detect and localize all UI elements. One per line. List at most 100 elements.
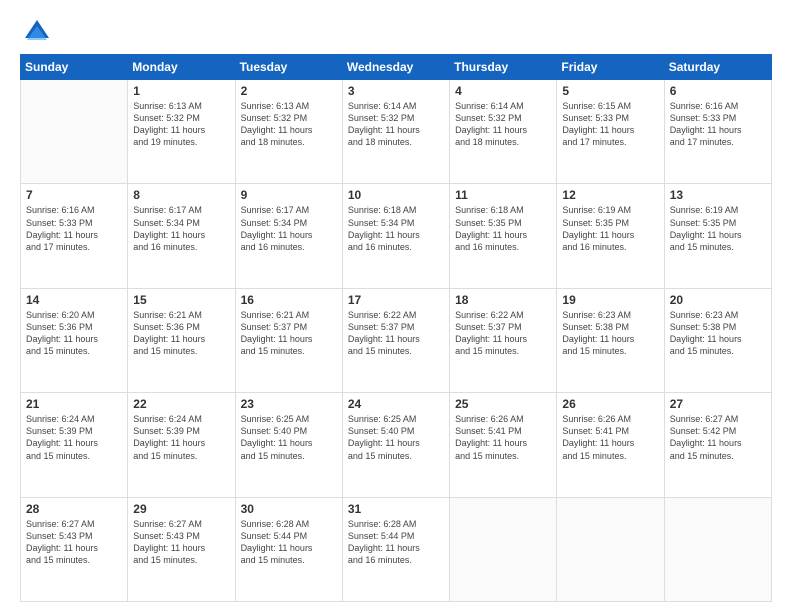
calendar-cell: 24 Sunrise: 6:25 AMSunset: 5:40 PMDayligh… [342, 393, 449, 497]
calendar-cell [557, 497, 664, 601]
calendar-cell: 29 Sunrise: 6:27 AMSunset: 5:43 PMDayligh… [128, 497, 235, 601]
calendar-cell: 17 Sunrise: 6:22 AMSunset: 5:37 PMDayligh… [342, 288, 449, 392]
calendar-cell: 3 Sunrise: 6:14 AMSunset: 5:32 PMDaylight… [342, 80, 449, 184]
day-info: Sunrise: 6:13 AMSunset: 5:32 PMDaylight:… [133, 100, 229, 149]
day-number: 3 [348, 84, 444, 98]
day-number: 27 [670, 397, 766, 411]
calendar-cell: 31 Sunrise: 6:28 AMSunset: 5:44 PMDayligh… [342, 497, 449, 601]
day-number: 26 [562, 397, 658, 411]
day-info: Sunrise: 6:21 AMSunset: 5:37 PMDaylight:… [241, 309, 337, 358]
day-number: 2 [241, 84, 337, 98]
day-info: Sunrise: 6:19 AMSunset: 5:35 PMDaylight:… [562, 204, 658, 253]
day-info: Sunrise: 6:15 AMSunset: 5:33 PMDaylight:… [562, 100, 658, 149]
calendar-cell: 13 Sunrise: 6:19 AMSunset: 5:35 PMDayligh… [664, 184, 771, 288]
calendar-cell: 9Sunrise: 6:17 AMSunset: 5:34 PMDaylight… [235, 184, 342, 288]
calendar-cell: 7Sunrise: 6:16 AMSunset: 5:33 PMDaylight… [21, 184, 128, 288]
day-info: Sunrise: 6:22 AMSunset: 5:37 PMDaylight:… [455, 309, 551, 358]
calendar-cell: 15 Sunrise: 6:21 AMSunset: 5:36 PMDayligh… [128, 288, 235, 392]
day-info: Sunrise: 6:25 AMSunset: 5:40 PMDaylight:… [241, 413, 337, 462]
day-info: Sunrise: 6:28 AMSunset: 5:44 PMDaylight:… [348, 518, 444, 567]
day-number: 22 [133, 397, 229, 411]
day-number: 23 [241, 397, 337, 411]
day-number: 29 [133, 502, 229, 516]
day-number: 7 [26, 188, 122, 202]
calendar-cell: 28 Sunrise: 6:27 AMSunset: 5:43 PMDayligh… [21, 497, 128, 601]
day-info: Sunrise: 6:18 AMSunset: 5:35 PMDaylight:… [455, 204, 551, 253]
day-number: 31 [348, 502, 444, 516]
day-number: 9 [241, 188, 337, 202]
calendar-cell [21, 80, 128, 184]
page: SundayMondayTuesdayWednesdayThursdayFrid… [0, 0, 792, 612]
calendar-cell [450, 497, 557, 601]
day-info: Sunrise: 6:20 AMSunset: 5:36 PMDaylight:… [26, 309, 122, 358]
week-row-3: 14Sunrise: 6:20 AMSunset: 5:36 PMDayligh… [21, 288, 772, 392]
weekday-header-friday: Friday [557, 55, 664, 80]
calendar-cell: 8 Sunrise: 6:17 AMSunset: 5:34 PMDaylight… [128, 184, 235, 288]
day-info: Sunrise: 6:16 AMSunset: 5:33 PMDaylight:… [670, 100, 766, 149]
header [20, 18, 772, 44]
calendar-cell: 1Sunrise: 6:13 AMSunset: 5:32 PMDaylight… [128, 80, 235, 184]
calendar-cell: 23 Sunrise: 6:25 AMSunset: 5:40 PMDayligh… [235, 393, 342, 497]
calendar-cell: 25 Sunrise: 6:26 AMSunset: 5:41 PMDayligh… [450, 393, 557, 497]
weekday-header-sunday: Sunday [21, 55, 128, 80]
weekday-header-saturday: Saturday [664, 55, 771, 80]
weekday-header-tuesday: Tuesday [235, 55, 342, 80]
day-number: 15 [133, 293, 229, 307]
calendar-cell: 2 Sunrise: 6:13 AMSunset: 5:32 PMDaylight… [235, 80, 342, 184]
calendar-cell: 6Sunrise: 6:16 AMSunset: 5:33 PMDaylight… [664, 80, 771, 184]
day-number: 24 [348, 397, 444, 411]
calendar-cell [664, 497, 771, 601]
day-number: 10 [348, 188, 444, 202]
calendar-cell: 12 Sunrise: 6:19 AMSunset: 5:35 PMDayligh… [557, 184, 664, 288]
day-info: Sunrise: 6:21 AMSunset: 5:36 PMDaylight:… [133, 309, 229, 358]
calendar-cell: 18 Sunrise: 6:22 AMSunset: 5:37 PMDayligh… [450, 288, 557, 392]
weekday-header-wednesday: Wednesday [342, 55, 449, 80]
day-info: Sunrise: 6:24 AMSunset: 5:39 PMDaylight:… [133, 413, 229, 462]
day-info: Sunrise: 6:27 AMSunset: 5:43 PMDaylight:… [26, 518, 122, 567]
week-row-5: 28 Sunrise: 6:27 AMSunset: 5:43 PMDayligh… [21, 497, 772, 601]
week-row-2: 7Sunrise: 6:16 AMSunset: 5:33 PMDaylight… [21, 184, 772, 288]
day-number: 12 [562, 188, 658, 202]
day-info: Sunrise: 6:23 AMSunset: 5:38 PMDaylight:… [562, 309, 658, 358]
calendar-cell: 10 Sunrise: 6:18 AMSunset: 5:34 PMDayligh… [342, 184, 449, 288]
calendar-cell: 4 Sunrise: 6:14 AMSunset: 5:32 PMDaylight… [450, 80, 557, 184]
day-number: 30 [241, 502, 337, 516]
calendar-cell: 19 Sunrise: 6:23 AMSunset: 5:38 PMDayligh… [557, 288, 664, 392]
day-number: 13 [670, 188, 766, 202]
week-row-4: 21 Sunrise: 6:24 AMSunset: 5:39 PMDayligh… [21, 393, 772, 497]
calendar-cell: 30Sunrise: 6:28 AMSunset: 5:44 PMDayligh… [235, 497, 342, 601]
day-info: Sunrise: 6:18 AMSunset: 5:34 PMDaylight:… [348, 204, 444, 253]
day-info: Sunrise: 6:17 AMSunset: 5:34 PMDaylight:… [133, 204, 229, 253]
calendar-cell: 11 Sunrise: 6:18 AMSunset: 5:35 PMDayligh… [450, 184, 557, 288]
day-info: Sunrise: 6:27 AMSunset: 5:43 PMDaylight:… [133, 518, 229, 567]
calendar-cell: 16Sunrise: 6:21 AMSunset: 5:37 PMDayligh… [235, 288, 342, 392]
day-number: 20 [670, 293, 766, 307]
day-number: 19 [562, 293, 658, 307]
calendar-cell: 27 Sunrise: 6:27 AMSunset: 5:42 PMDayligh… [664, 393, 771, 497]
day-info: Sunrise: 6:22 AMSunset: 5:37 PMDaylight:… [348, 309, 444, 358]
day-info: Sunrise: 6:14 AMSunset: 5:32 PMDaylight:… [455, 100, 551, 149]
day-info: Sunrise: 6:14 AMSunset: 5:32 PMDaylight:… [348, 100, 444, 149]
calendar-cell: 5Sunrise: 6:15 AMSunset: 5:33 PMDaylight… [557, 80, 664, 184]
day-info: Sunrise: 6:19 AMSunset: 5:35 PMDaylight:… [670, 204, 766, 253]
day-number: 25 [455, 397, 551, 411]
day-info: Sunrise: 6:23 AMSunset: 5:38 PMDaylight:… [670, 309, 766, 358]
day-number: 4 [455, 84, 551, 98]
calendar-cell: 22 Sunrise: 6:24 AMSunset: 5:39 PMDayligh… [128, 393, 235, 497]
weekday-header-monday: Monday [128, 55, 235, 80]
day-number: 8 [133, 188, 229, 202]
calendar-cell: 21Sunrise: 6:24 AMSunset: 5:39 PMDayligh… [21, 393, 128, 497]
day-info: Sunrise: 6:26 AMSunset: 5:41 PMDaylight:… [562, 413, 658, 462]
calendar-cell: 14Sunrise: 6:20 AMSunset: 5:36 PMDayligh… [21, 288, 128, 392]
week-row-1: 1Sunrise: 6:13 AMSunset: 5:32 PMDaylight… [21, 80, 772, 184]
day-number: 21 [26, 397, 122, 411]
day-number: 17 [348, 293, 444, 307]
day-info: Sunrise: 6:25 AMSunset: 5:40 PMDaylight:… [348, 413, 444, 462]
day-number: 28 [26, 502, 122, 516]
day-info: Sunrise: 6:13 AMSunset: 5:32 PMDaylight:… [241, 100, 337, 149]
day-number: 18 [455, 293, 551, 307]
day-info: Sunrise: 6:27 AMSunset: 5:42 PMDaylight:… [670, 413, 766, 462]
day-info: Sunrise: 6:26 AMSunset: 5:41 PMDaylight:… [455, 413, 551, 462]
day-number: 11 [455, 188, 551, 202]
logo-icon [23, 16, 51, 44]
